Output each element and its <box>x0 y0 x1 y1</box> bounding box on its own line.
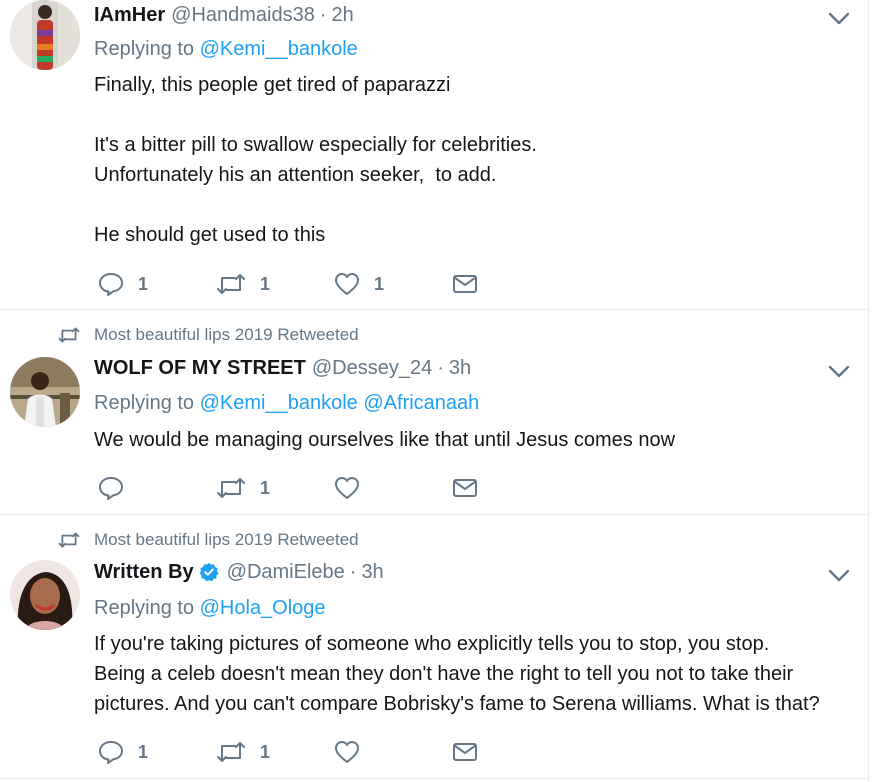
retweet-button[interactable]: 1 <box>216 477 334 499</box>
chevron-down-icon[interactable] <box>828 12 850 26</box>
retweet-icon <box>217 274 245 294</box>
reply-icon <box>99 273 123 296</box>
tweet-actions: 1 1 <box>98 739 492 765</box>
tweet-actions: 1 <box>98 475 492 501</box>
direct-message-button[interactable] <box>452 741 492 763</box>
retweet-context: Most beautiful lips 2019 Retweeted <box>58 324 359 346</box>
replying-to: Replying to @Kemi__bankole <box>94 38 358 61</box>
retweet-context-text[interactable]: Most beautiful lips 2019 Retweeted <box>94 325 359 345</box>
avatar[interactable] <box>10 0 80 70</box>
replying-to: Replying to @Hola_Ologe <box>94 597 326 620</box>
replying-prefix: Replying to <box>94 597 195 619</box>
reply-button[interactable]: 1 <box>98 740 216 764</box>
tweet-text: Finally, this people get tired of papara… <box>94 74 537 246</box>
retweet-count: 1 <box>260 477 271 498</box>
tweet-header: Written By @DamiElebe · 3h <box>94 557 384 587</box>
envelope-icon <box>453 275 477 293</box>
timestamp[interactable]: 3h <box>449 357 471 380</box>
display-name[interactable]: WOLF OF MY STREET <box>94 357 306 380</box>
user-handle[interactable]: @Handmaids38 <box>171 4 315 27</box>
like-count: 1 <box>374 273 385 294</box>
retweet-count: 1 <box>260 273 271 294</box>
tweet-actions: 1 1 1 <box>98 271 492 297</box>
retweet-button[interactable]: 1 <box>216 273 334 295</box>
direct-message-button[interactable] <box>452 273 492 295</box>
separator: · <box>349 560 357 583</box>
tweet-header: WOLF OF MY STREET @Dessey_24 · 3h <box>94 353 471 383</box>
timestamp[interactable]: 3h <box>361 561 383 584</box>
tweet-header: IAmHer @Handmaids38 · 2h <box>94 0 354 30</box>
mention-link[interactable]: @Hola_Ologe <box>200 597 326 619</box>
reply-count: 1 <box>138 273 149 294</box>
reply-button[interactable]: 1 <box>98 272 216 296</box>
tweet[interactable]: Most beautiful lips 2019 Retweeted WOLF … <box>0 309 868 515</box>
avatar[interactable] <box>10 357 80 427</box>
envelope-icon <box>453 479 477 497</box>
retweet-context-text[interactable]: Most beautiful lips 2019 Retweeted <box>94 530 359 550</box>
retweet-icon <box>217 742 245 762</box>
retweet-count: 1 <box>260 741 271 762</box>
retweet-icon <box>58 532 80 548</box>
retweet-icon <box>217 478 245 498</box>
replying-to: Replying to @Kemi__bankole @Africanaah <box>94 392 479 415</box>
display-name[interactable]: Written By <box>94 561 194 584</box>
chevron-down-icon[interactable] <box>828 365 850 379</box>
envelope-icon <box>453 743 477 761</box>
timestamp[interactable]: 2h <box>332 4 354 27</box>
separator: · <box>319 3 327 26</box>
reply-button[interactable] <box>98 476 216 500</box>
mention-link[interactable]: @Kemi__bankole <box>200 38 358 60</box>
user-handle[interactable]: @DamiElebe <box>227 561 345 584</box>
separator: · <box>437 356 444 379</box>
like-button[interactable]: 1 <box>334 272 452 296</box>
reply-icon <box>99 741 123 764</box>
display-name[interactable]: IAmHer <box>94 4 165 27</box>
mention-link[interactable]: @Kemi__bankole <box>200 392 358 414</box>
avatar[interactable] <box>10 560 80 630</box>
retweet-icon <box>58 327 80 343</box>
like-button[interactable] <box>334 740 452 764</box>
chevron-down-icon[interactable] <box>828 569 850 583</box>
heart-icon <box>335 741 359 763</box>
tweet-text: If you're taking pictures of someone who… <box>94 633 820 715</box>
tweet[interactable]: Most beautiful lips 2019 Retweeted Writt… <box>0 514 868 779</box>
tweet-text: We would be managing ourselves like that… <box>94 429 676 451</box>
direct-message-button[interactable] <box>452 477 492 499</box>
reply-icon <box>99 477 123 500</box>
verified-badge-icon <box>199 562 219 582</box>
tweet[interactable]: IAmHer @Handmaids38 · 2h Replying to @Ke… <box>0 0 868 310</box>
retweet-button[interactable]: 1 <box>216 741 334 763</box>
replying-prefix: Replying to <box>94 392 195 414</box>
mention-link[interactable]: @Africanaah <box>363 392 479 414</box>
retweet-context: Most beautiful lips 2019 Retweeted <box>58 529 359 551</box>
heart-icon <box>335 273 359 295</box>
replying-prefix: Replying to <box>94 38 195 60</box>
user-handle[interactable]: @Dessey_24 <box>312 357 432 380</box>
reply-count: 1 <box>138 741 149 762</box>
heart-icon <box>335 477 359 499</box>
like-button[interactable] <box>334 476 452 500</box>
timeline: IAmHer @Handmaids38 · 2h Replying to @Ke… <box>0 0 869 782</box>
